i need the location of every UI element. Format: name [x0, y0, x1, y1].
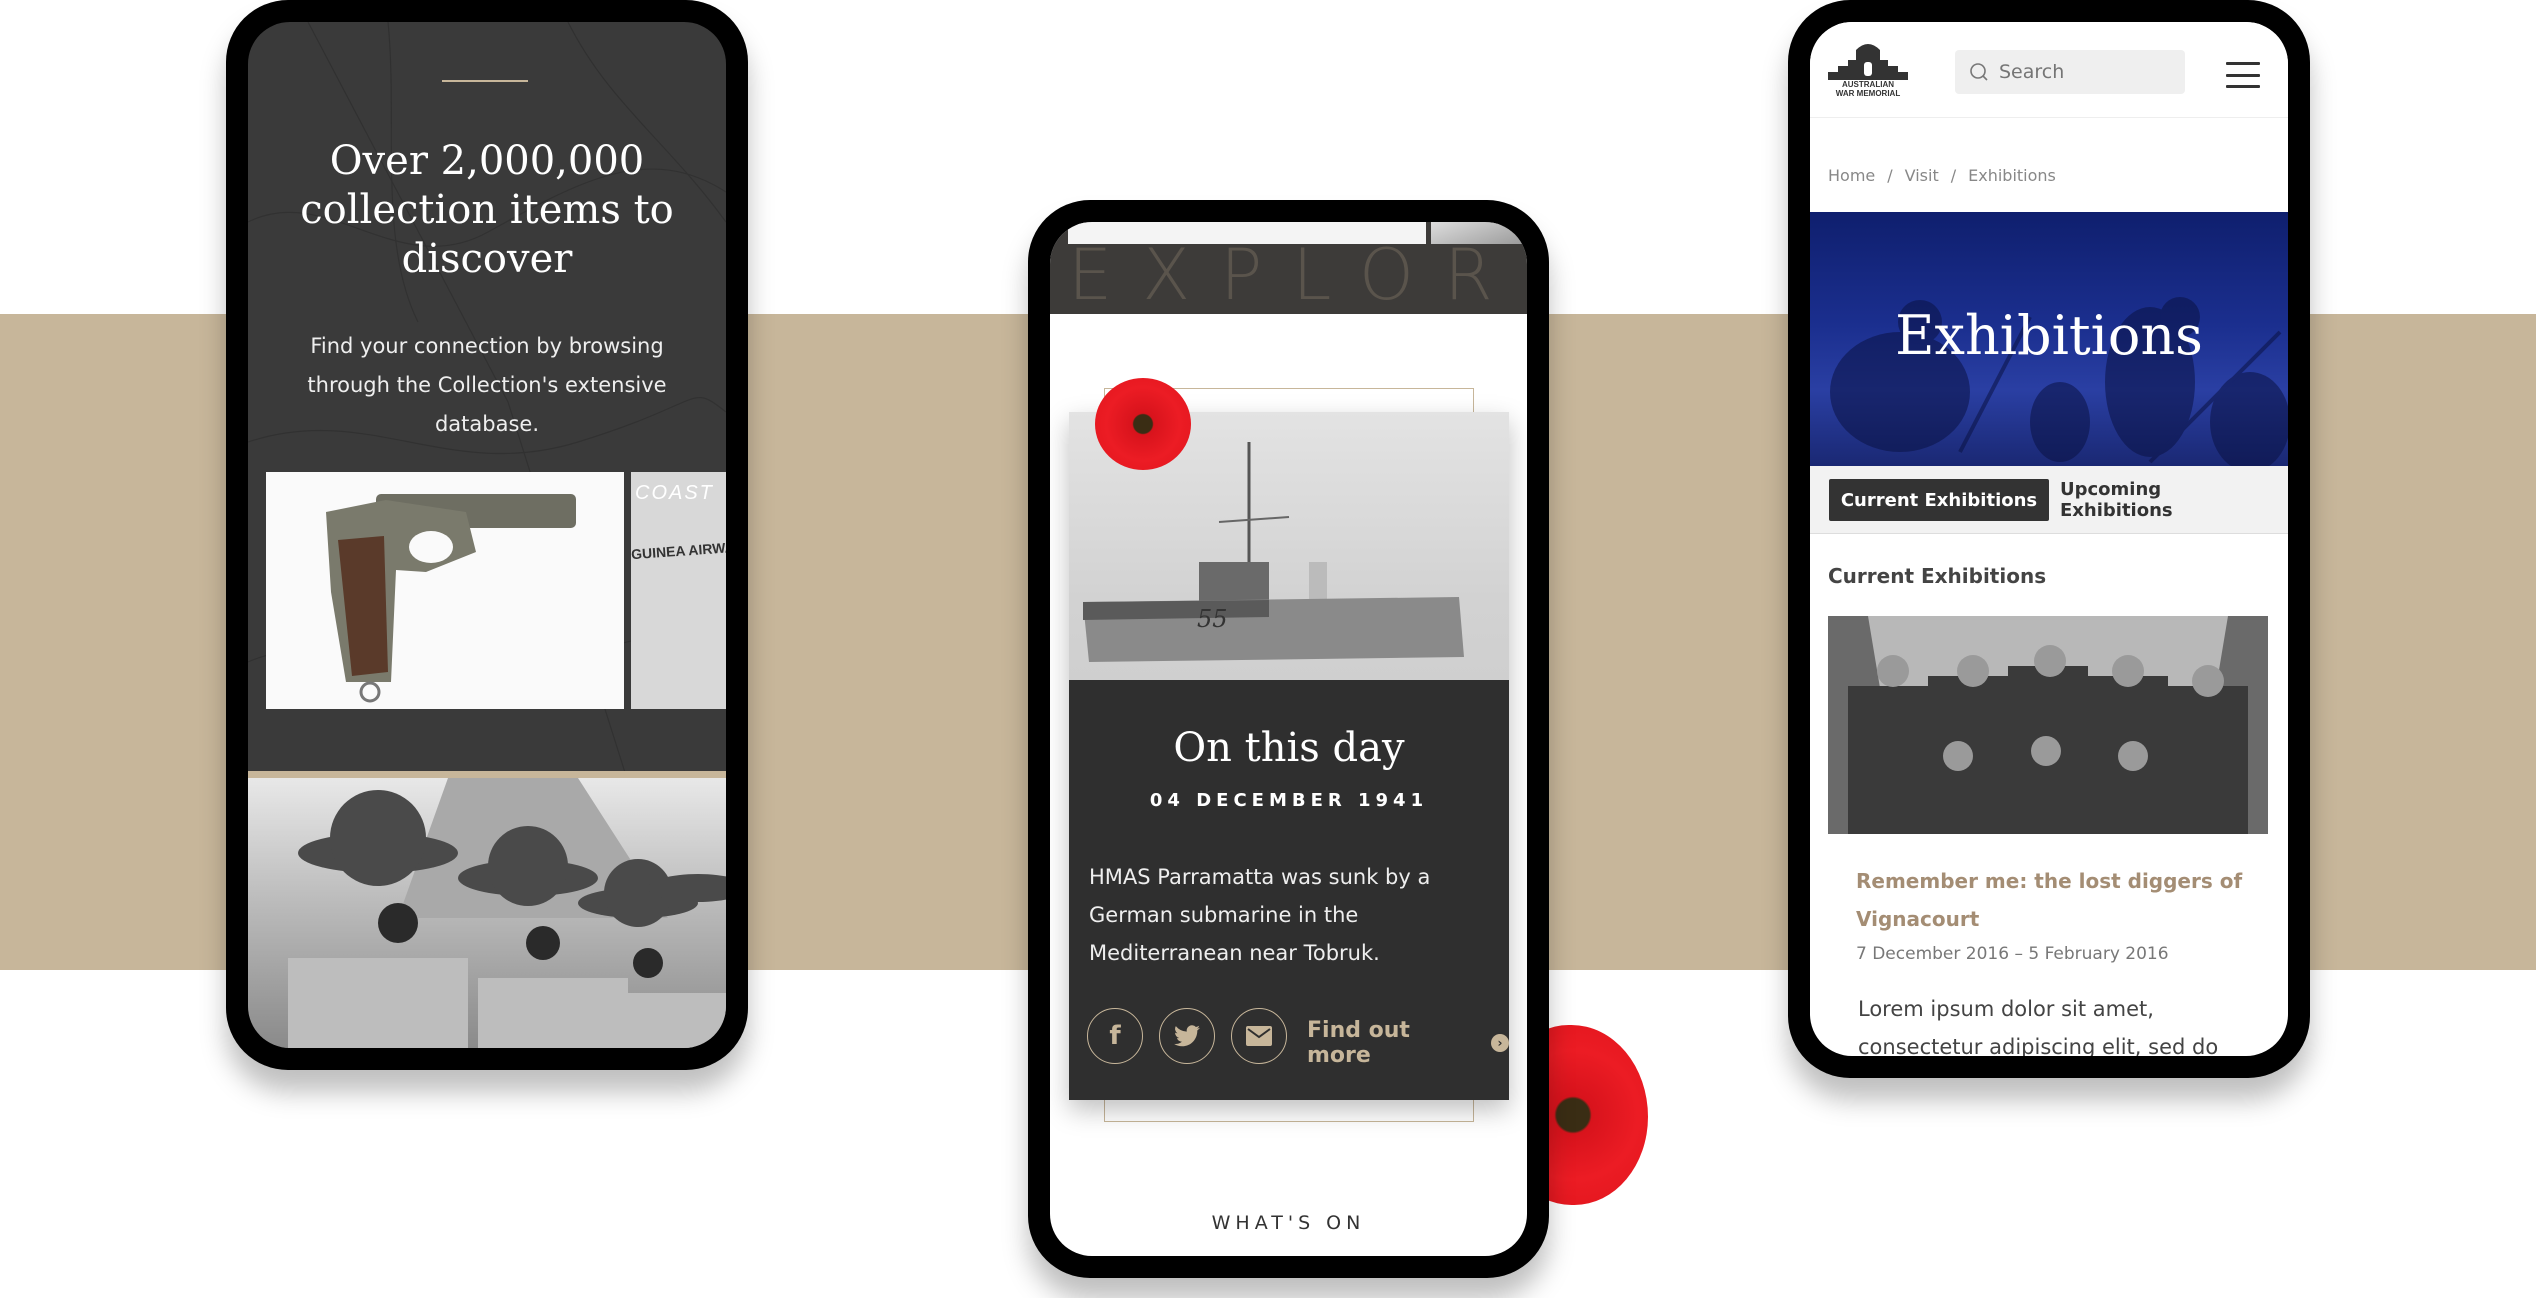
on-this-day-body: On this day 04 DECEMBER 1941 HMAS Parram…	[1069, 680, 1509, 1100]
exhibition-title-link[interactable]: Remember me: the lost diggers of Vignaco…	[1856, 862, 2248, 938]
email-icon	[1246, 1026, 1272, 1046]
section-title: Current Exhibitions	[1828, 564, 2047, 588]
carousel-item-guinea-airways[interactable]: COAST GUINEA AIRWAYS	[631, 472, 726, 709]
chevron-right-icon: ›	[1491, 1034, 1509, 1052]
breadcrumb-exhibitions: Exhibitions	[1968, 166, 2056, 185]
logo-text-line1: AUSTRALIAN	[1842, 80, 1894, 89]
ship-number: 55	[1197, 605, 1228, 633]
breadcrumb: Home / Visit / Exhibitions	[1828, 166, 2056, 185]
section-divider	[248, 771, 726, 778]
poppy-decoration-small	[1095, 378, 1191, 470]
menu-hamburger-icon[interactable]	[2226, 62, 2260, 88]
collection-subheading: Find your connection by browsing through…	[307, 334, 667, 436]
explore-section-header: EXPLORE	[1050, 222, 1527, 314]
airways-label: GUINEA AIRWAYS	[631, 537, 726, 563]
phone-mockup-exhibitions: AUSTRALIAN WAR MEMORIAL Home / Visit / E…	[1788, 0, 2310, 1078]
phone-mockup-on-this-day: EXPLORE 55 On this day 04 DECEMBER 1941 …	[1028, 200, 1549, 1278]
search-input[interactable]	[1999, 61, 2169, 83]
collection-heading: Over 2,000,000 collection items to disco…	[300, 138, 674, 282]
phone-mockup-collection: Over 2,000,000 collection items to disco…	[226, 0, 748, 1070]
find-out-more-link[interactable]: Find out more ›	[1307, 1018, 1509, 1068]
airways-coast-text: COAST	[635, 482, 714, 504]
exhibition-description: Lorem ipsum dolor sit amet, consectetur …	[1858, 997, 2219, 1056]
exhibitions-hero: Exhibitions	[1810, 212, 2288, 466]
search-field[interactable]	[1955, 50, 2185, 94]
facebook-icon: f	[1109, 1021, 1121, 1051]
breadcrumb-separator: /	[1887, 166, 1893, 185]
exhibition-dates: 7 December 2016 – 5 February 2016	[1856, 944, 2169, 964]
on-this-day-text: HMAS Parramatta was sunk by a German sub…	[1089, 865, 1431, 965]
twitter-icon	[1174, 1025, 1200, 1047]
search-icon	[1970, 63, 1988, 81]
share-facebook-button[interactable]: f	[1087, 1008, 1143, 1064]
breadcrumb-visit[interactable]: Visit	[1905, 166, 1939, 185]
collection-screen: Over 2,000,000 collection items to disco…	[248, 22, 726, 1048]
logo-text-line2: WAR MEMORIAL	[1835, 89, 1901, 98]
awm-logo[interactable]: AUSTRALIAN WAR MEMORIAL	[1828, 40, 1908, 104]
tab-current-exhibitions[interactable]: Current Exhibitions	[1829, 479, 2049, 521]
exhibitions-screen: AUSTRALIAN WAR MEMORIAL Home / Visit / E…	[1810, 22, 2288, 1056]
menu-line	[2226, 62, 2260, 65]
menu-line	[2226, 85, 2260, 88]
exhibition-photo[interactable]	[1828, 616, 2268, 834]
flare-pistol-image	[326, 494, 576, 703]
accent-rule	[442, 80, 528, 82]
on-this-day-card: 55 On this day 04 DECEMBER 1941 HMAS Par…	[1069, 412, 1509, 1100]
site-header: AUSTRALIAN WAR MEMORIAL	[1810, 22, 2288, 118]
tab-upcoming-exhibitions[interactable]: Upcoming Exhibitions	[2060, 479, 2280, 521]
diggers-group-image	[1828, 616, 2268, 834]
share-email-button[interactable]	[1231, 1008, 1287, 1064]
logo-text: AUSTRALIAN WAR MEMORIAL	[1828, 80, 1908, 98]
whats-on-heading: WHAT'S ON	[1211, 1212, 1366, 1234]
on-this-day-title: On this day	[1173, 725, 1405, 771]
on-this-day-date: 04 DECEMBER 1941	[1149, 790, 1429, 811]
carousel-item-flare-pistol[interactable]	[266, 472, 624, 709]
gas-mask-soldiers-image	[288, 778, 726, 1048]
share-twitter-button[interactable]	[1159, 1008, 1215, 1064]
menu-line	[2226, 73, 2260, 77]
gas-mask-soldiers-photo[interactable]	[248, 778, 726, 1048]
breadcrumb-home[interactable]: Home	[1828, 166, 1875, 185]
breadcrumb-separator: /	[1950, 166, 1957, 185]
on-this-day-screen: EXPLORE 55 On this day 04 DECEMBER 1941 …	[1050, 222, 1527, 1256]
explore-watermark: EXPLORE	[1068, 234, 1527, 314]
hero-title: Exhibitions	[1895, 304, 2203, 367]
find-out-more-label: Find out more	[1307, 1018, 1410, 1068]
exhibitions-tabs: Current Exhibitions Upcoming Exhibitions	[1810, 466, 2288, 534]
awm-building-icon	[1828, 44, 1908, 80]
